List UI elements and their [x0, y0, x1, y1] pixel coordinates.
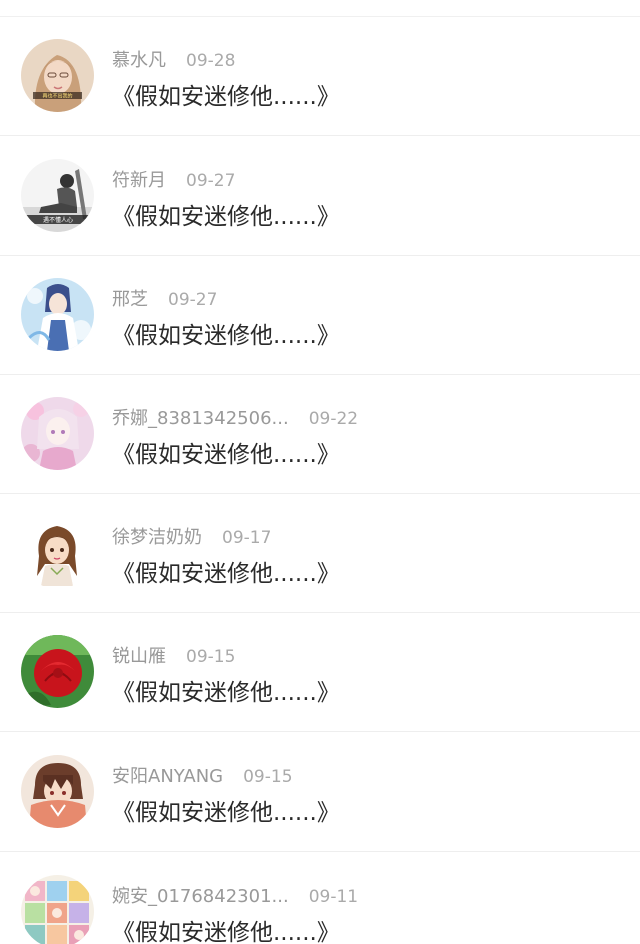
comment-item[interactable]: 锐山雁 09-15 《假如安迷修他......》: [0, 613, 640, 732]
comment-date: 09-27: [186, 171, 236, 191]
comment-meta: 安阳ANYANG 09-15: [112, 763, 293, 791]
avatar[interactable]: [21, 397, 94, 470]
comment-date: 09-17: [222, 528, 272, 548]
username[interactable]: 徐梦洁奶奶: [112, 524, 202, 552]
comment-meta: 锐山雁 09-15: [112, 643, 235, 671]
avatar[interactable]: [21, 635, 94, 708]
comment-meta: 符新月 09-27: [112, 167, 235, 195]
comment-meta: 乔娜_8381342506... 09-22: [112, 405, 358, 433]
comment-text[interactable]: 《假如安迷修他......》: [112, 676, 340, 710]
username[interactable]: 符新月: [112, 167, 166, 195]
avatar[interactable]: [21, 755, 94, 828]
avatar[interactable]: [21, 278, 94, 351]
avatar-caption: 遇不懂人心: [43, 216, 73, 224]
avatar[interactable]: 遇不懂人心: [21, 159, 94, 232]
comment-list: 再也不出我的 慕水凡 09-28 《假如安迷修他......》 遇不懂人心 符新月…: [0, 0, 640, 944]
avatar[interactable]: 再也不出我的: [21, 39, 94, 112]
comment-text[interactable]: 《假如安迷修他......》: [112, 916, 340, 944]
comment-text[interactable]: 《假如安迷修他......》: [112, 200, 340, 234]
comment-item[interactable]: 婉安_0176842301... 09-11 《假如安迷修他......》: [0, 853, 640, 944]
comment-date: 09-15: [243, 767, 293, 787]
comment-text[interactable]: 《假如安迷修他......》: [112, 80, 340, 114]
avatar[interactable]: [21, 875, 94, 944]
comment-meta: 邢芝 09-27: [112, 286, 217, 314]
comment-item[interactable]: 再也不出我的 慕水凡 09-28 《假如安迷修他......》: [0, 17, 640, 136]
comment-date: 09-22: [308, 409, 359, 429]
username[interactable]: 安阳ANYANG: [112, 763, 223, 791]
comment-date: 09-15: [186, 647, 236, 667]
comment-item[interactable]: 徐梦洁奶奶 09-17 《假如安迷修他......》: [0, 494, 640, 613]
avatar-caption: 再也不出我的: [42, 93, 72, 100]
comment-text[interactable]: 《假如安迷修他......》: [112, 438, 340, 472]
comment-item[interactable]: 遇不懂人心 符新月 09-27 《假如安迷修他......》: [0, 137, 640, 256]
comment-text[interactable]: 《假如安迷修他......》: [112, 796, 340, 830]
username[interactable]: 邢芝: [112, 286, 148, 314]
comment-date: 09-11: [308, 887, 359, 907]
comment-meta: 婉安_0176842301... 09-11: [112, 883, 358, 911]
divider: [0, 851, 640, 852]
comment-date: 09-27: [168, 290, 218, 310]
username[interactable]: 乔娜_8381342506...: [112, 405, 289, 433]
comment-meta: 徐梦洁奶奶 09-17: [112, 524, 271, 552]
comment-item[interactable]: 乔娜_8381342506... 09-22 《假如安迷修他......》: [0, 375, 640, 494]
avatar[interactable]: [21, 516, 94, 589]
comment-date: 09-28: [186, 51, 236, 71]
username[interactable]: 慕水凡: [112, 47, 166, 75]
divider: [0, 135, 640, 136]
comment-text[interactable]: 《假如安迷修他......》: [112, 557, 340, 591]
comment-item[interactable]: 邢芝 09-27 《假如安迷修他......》: [0, 256, 640, 375]
username[interactable]: 锐山雁: [112, 643, 166, 671]
divider: [0, 731, 640, 732]
comment-item[interactable]: 安阳ANYANG 09-15 《假如安迷修他......》: [0, 733, 640, 852]
comment-text[interactable]: 《假如安迷修他......》: [112, 319, 340, 353]
username[interactable]: 婉安_0176842301...: [112, 883, 289, 911]
comment-meta: 慕水凡 09-28: [112, 47, 235, 75]
